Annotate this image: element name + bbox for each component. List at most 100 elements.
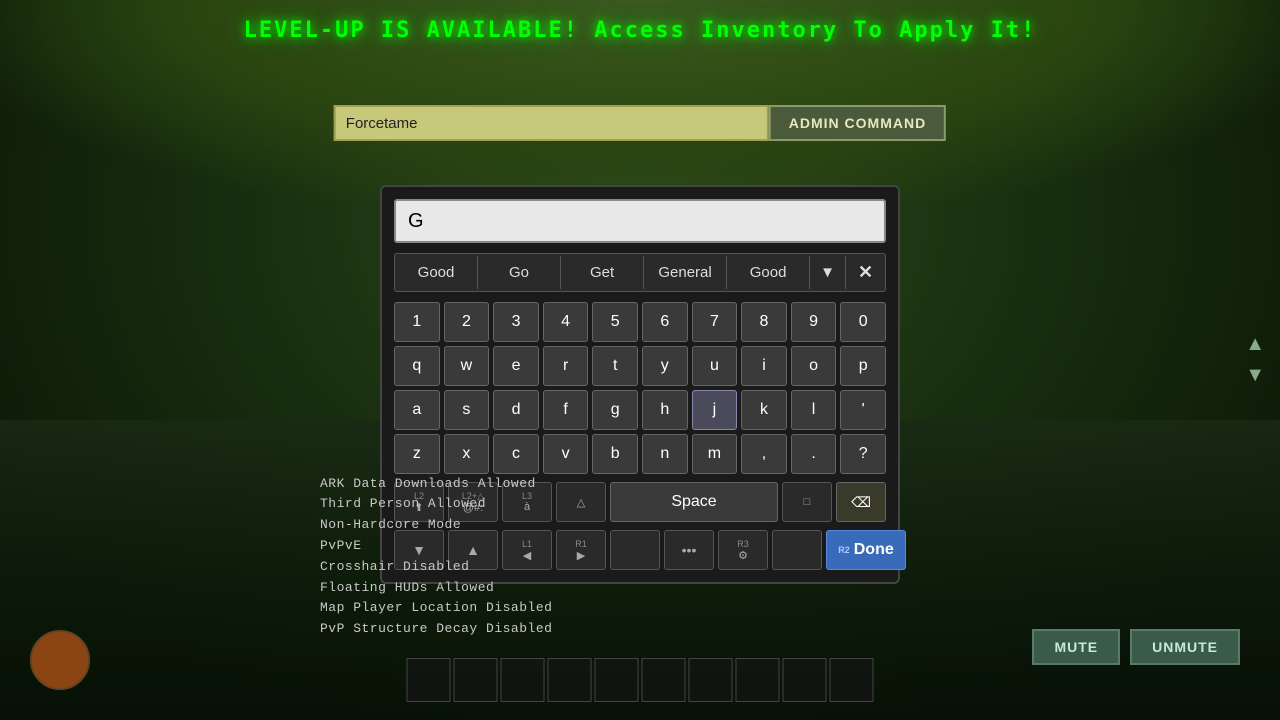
admin-input[interactable] — [334, 105, 769, 141]
suggestion-get[interactable]: Get — [561, 256, 644, 289]
done-label: Done — [854, 541, 894, 559]
server-info-line-6: Map Player Location Disabled — [320, 598, 552, 619]
key-s[interactable]: s — [444, 390, 490, 430]
r3-label: R3 — [737, 539, 749, 549]
server-info-line-3: PvPvE — [320, 536, 552, 557]
suggestions-dropdown[interactable]: ▼ — [810, 256, 846, 289]
hud-right-nav: ▲ ▼ — [1245, 333, 1265, 387]
r3-icon: ⚙ — [738, 549, 748, 562]
hotbar-slot-8[interactable] — [736, 658, 780, 702]
key-u[interactable]: u — [692, 346, 738, 386]
key-y[interactable]: y — [642, 346, 688, 386]
admin-bar: ADMIN COMMAND — [334, 105, 946, 141]
hotbar-slot-7[interactable] — [689, 658, 733, 702]
hotbar-slot-4[interactable] — [548, 658, 592, 702]
mute-button[interactable]: MUTE — [1032, 629, 1120, 665]
key-r[interactable]: r — [543, 346, 589, 386]
number-row: 1 2 3 4 5 6 7 8 9 0 — [394, 302, 886, 342]
key-period[interactable]: . — [791, 434, 837, 474]
r1-label: R1 — [575, 539, 587, 549]
zxcv-row: z x c v b n m , . ? — [394, 434, 886, 474]
nav-down-arrow[interactable]: ▼ — [1245, 364, 1265, 387]
hud-player — [30, 630, 90, 690]
key-apostrophe[interactable]: ' — [840, 390, 886, 430]
suggestion-go[interactable]: Go — [478, 256, 561, 289]
asdf-row: a s d f g h j k l ' — [394, 390, 886, 430]
suggestions-close[interactable]: ✕ — [846, 254, 885, 291]
key-t[interactable]: t — [592, 346, 638, 386]
key-n[interactable]: n — [642, 434, 688, 474]
key-backspace[interactable]: ⌫ — [836, 482, 886, 522]
key-e[interactable]: e — [493, 346, 539, 386]
key-i[interactable]: i — [741, 346, 787, 386]
key-m[interactable]: m — [692, 434, 738, 474]
key-3[interactable]: 3 — [493, 302, 539, 342]
server-info-line-2: Non-Hardcore Mode — [320, 515, 552, 536]
key-dots[interactable]: ••• — [664, 530, 714, 570]
hotbar-slot-5[interactable] — [595, 658, 639, 702]
key-0[interactable]: 0 — [840, 302, 886, 342]
key-d[interactable]: d — [493, 390, 539, 430]
key-done[interactable]: R2 Done — [826, 530, 906, 570]
key-square[interactable]: □ — [782, 482, 832, 522]
nav-up-arrow[interactable]: ▲ — [1245, 333, 1265, 356]
levelup-text: LEVEL-UP IS AVAILABLE! Access Inventory … — [244, 18, 1037, 43]
suggestion-good-1[interactable]: Good — [395, 256, 478, 289]
mute-controls: MUTE UNMUTE — [1032, 629, 1240, 665]
key-1[interactable]: 1 — [394, 302, 440, 342]
key-5[interactable]: 5 — [592, 302, 638, 342]
key-g[interactable]: g — [592, 390, 638, 430]
key-r3[interactable]: R3 ⚙ — [718, 530, 768, 570]
key-7[interactable]: 7 — [692, 302, 738, 342]
hotbar-slot-6[interactable] — [642, 658, 686, 702]
key-triangle[interactable]: △ — [556, 482, 606, 522]
key-8[interactable]: 8 — [741, 302, 787, 342]
key-z[interactable]: z — [394, 434, 440, 474]
key-9[interactable]: 9 — [791, 302, 837, 342]
key-f[interactable]: f — [543, 390, 589, 430]
keyboard-search-input[interactable] — [394, 199, 886, 243]
key-4[interactable]: 4 — [543, 302, 589, 342]
key-empty2 — [772, 530, 822, 570]
key-w[interactable]: w — [444, 346, 490, 386]
key-comma[interactable]: , — [741, 434, 787, 474]
hotbar-slot-3[interactable] — [501, 658, 545, 702]
unmute-button[interactable]: UNMUTE — [1130, 629, 1240, 665]
server-info: ARK Data Downloads Allowed Third Person … — [320, 474, 552, 640]
key-r1[interactable]: R1 ▶ — [556, 530, 606, 570]
right-arrow-icon: ▶ — [577, 549, 585, 562]
key-space[interactable]: Space — [610, 482, 778, 522]
key-h[interactable]: h — [642, 390, 688, 430]
key-c[interactable]: c — [493, 434, 539, 474]
key-2[interactable]: 2 — [444, 302, 490, 342]
admin-command-button[interactable]: ADMIN COMMAND — [769, 105, 946, 141]
hotbar-slot-2[interactable] — [454, 658, 498, 702]
key-x[interactable]: x — [444, 434, 490, 474]
levelup-bar: LEVEL-UP IS AVAILABLE! Access Inventory … — [244, 18, 1037, 43]
space-label: Space — [671, 493, 716, 511]
r2-label: R2 — [838, 545, 850, 555]
dots-icon: ••• — [682, 542, 697, 558]
server-info-line-7: PvP Structure Decay Disabled — [320, 619, 552, 640]
key-p[interactable]: p — [840, 346, 886, 386]
server-info-line-1: Third Person Allowed — [320, 494, 552, 515]
key-question[interactable]: ? — [840, 434, 886, 474]
key-b[interactable]: b — [592, 434, 638, 474]
server-info-line-4: Crosshair Disabled — [320, 557, 552, 578]
key-l[interactable]: l — [791, 390, 837, 430]
key-6[interactable]: 6 — [642, 302, 688, 342]
suggestion-good-2[interactable]: Good — [727, 256, 810, 289]
key-a[interactable]: a — [394, 390, 440, 430]
backspace-icon: ⌫ — [851, 494, 871, 511]
key-j[interactable]: j — [692, 390, 738, 430]
suggestion-general[interactable]: General — [644, 256, 727, 289]
key-o[interactable]: o — [791, 346, 837, 386]
hotbar-slot-10[interactable] — [830, 658, 874, 702]
key-k[interactable]: k — [741, 390, 787, 430]
hotbar-slot-1[interactable] — [407, 658, 451, 702]
suggestions-bar: Good Go Get General Good ▼ ✕ — [394, 253, 886, 292]
hotbar-slot-9[interactable] — [783, 658, 827, 702]
key-q[interactable]: q — [394, 346, 440, 386]
qwerty-row: q w e r t y u i o p — [394, 346, 886, 386]
key-v[interactable]: v — [543, 434, 589, 474]
